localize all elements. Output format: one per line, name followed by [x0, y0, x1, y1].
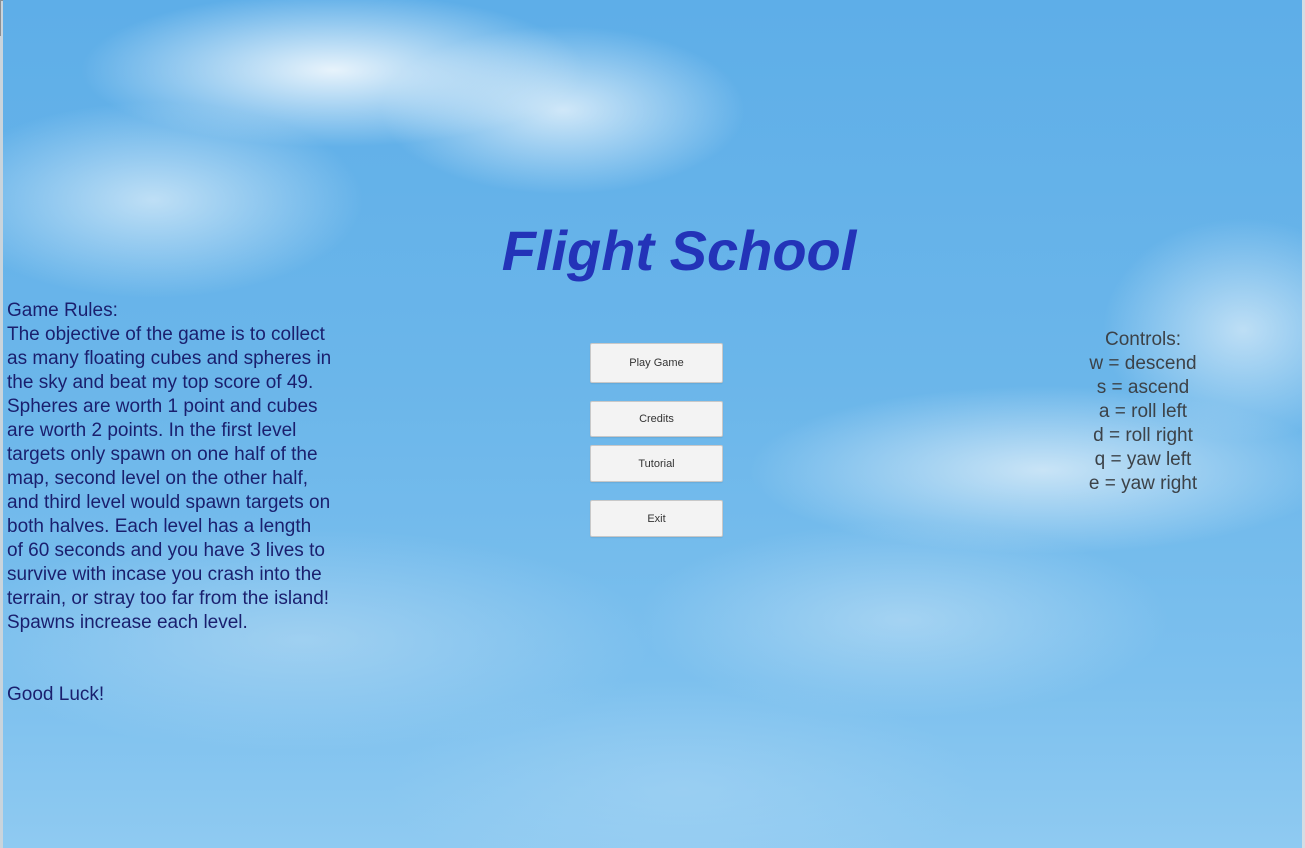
exit-button[interactable]: Exit [590, 500, 723, 537]
control-item-descend: w = descend [1089, 353, 1197, 374]
control-item-ascend: s = ascend [1096, 377, 1190, 398]
controls-panel: Controls: w = descend s = ascend a = rol… [1043, 328, 1243, 496]
tutorial-button[interactable]: Tutorial [590, 445, 723, 482]
good-luck-text: Good Luck! [7, 684, 105, 705]
rules-heading: Game Rules: [7, 300, 118, 321]
controls-heading: Controls: [1104, 329, 1182, 350]
game-viewport: Flight School Game Rules: The objective … [3, 0, 1302, 848]
control-item-yaw-right: e = yaw right [1088, 473, 1198, 494]
credits-button[interactable]: Credits [590, 401, 723, 437]
play-game-button[interactable]: Play Game [590, 343, 723, 383]
control-item-roll-right: d = roll right [1093, 425, 1193, 446]
rules-body: The objective of the game is to collect … [7, 324, 332, 633]
control-item-yaw-left: q = yaw left [1094, 449, 1192, 470]
control-item-roll-left: a = roll left [1098, 401, 1188, 422]
game-rules-panel: Game Rules: The objective of the game is… [7, 299, 332, 707]
game-title: Flight School [501, 219, 857, 282]
